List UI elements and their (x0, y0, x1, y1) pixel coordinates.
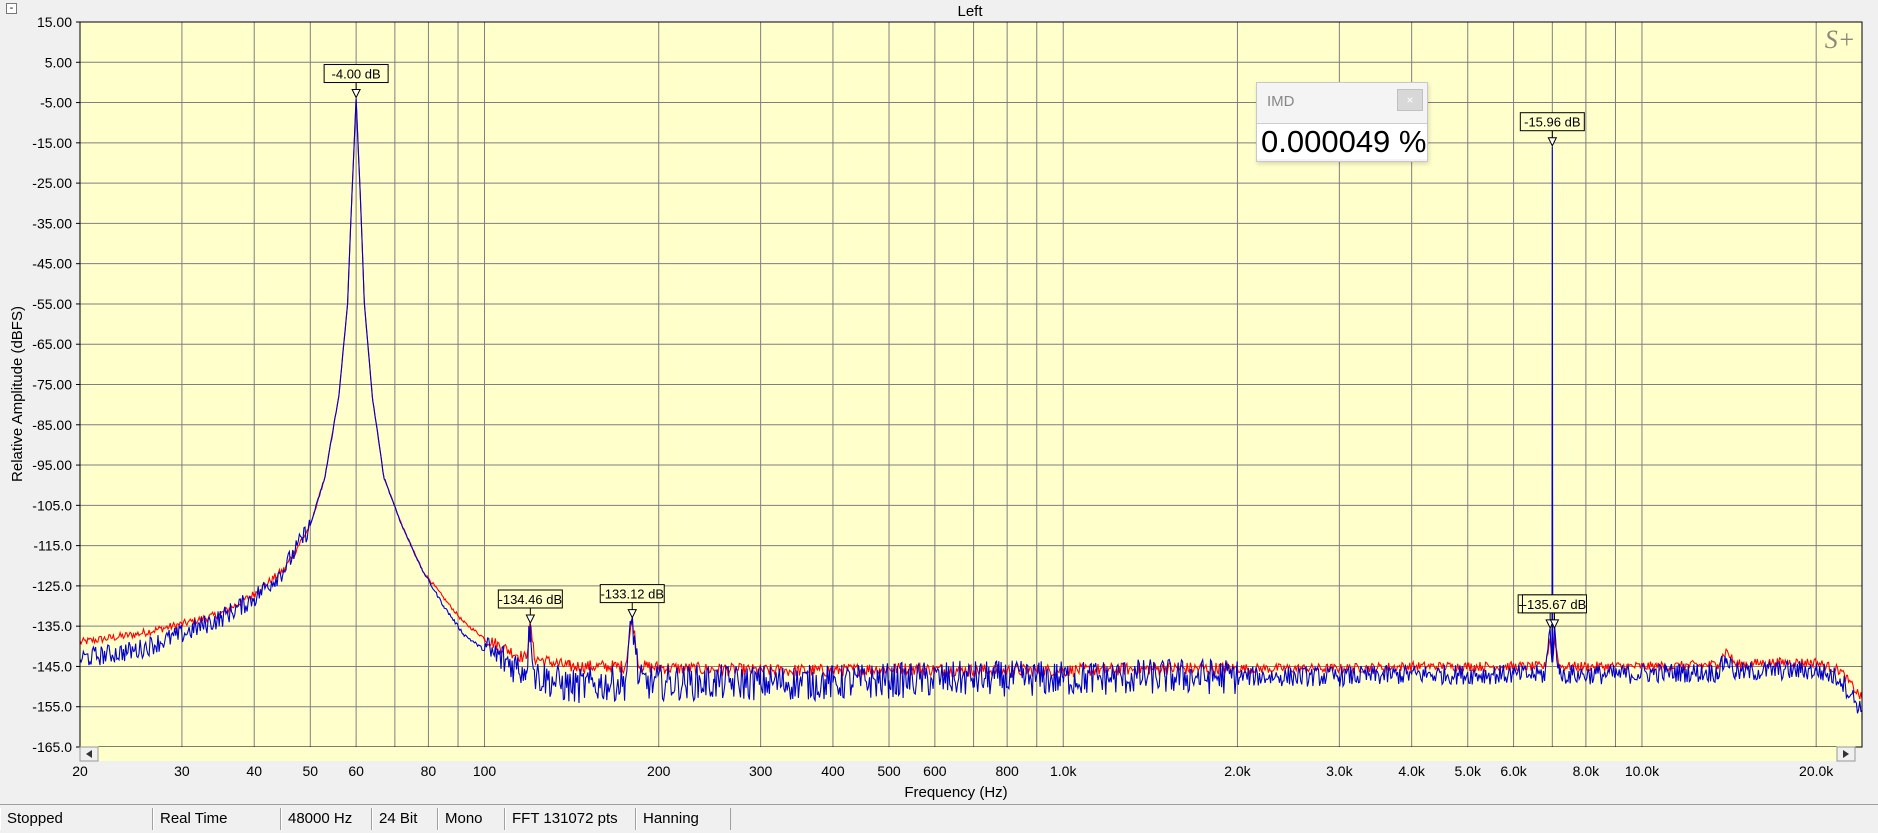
status-cell: FFT 131072 pts (505, 808, 636, 830)
x-tick-label: 40 (246, 763, 262, 779)
x-tick-label: 30 (174, 763, 190, 779)
x-tick-label: 400 (821, 763, 845, 779)
y-tick-label: -55.00 (32, 296, 72, 312)
x-tick-label: 20.0k (1799, 763, 1834, 779)
x-tick-label: 1.0k (1050, 763, 1077, 779)
y-tick-label: -5.00 (40, 95, 72, 111)
x-tick-label: 800 (995, 763, 1019, 779)
y-tick-label: -65.00 (32, 336, 72, 352)
y-tick-label: -45.00 (32, 256, 72, 272)
x-tick-label: 5.0k (1455, 763, 1482, 779)
imd-title: IMD (1267, 93, 1295, 110)
x-tick-label: 60 (348, 763, 364, 779)
y-tick-label: -75.00 (32, 377, 72, 393)
x-tick-label: 6.0k (1500, 763, 1527, 779)
y-axis-label: Relative Amplitude (dBFS) (9, 306, 26, 482)
x-axis-label: Frequency (Hz) (904, 784, 1007, 801)
status-cell: 24 Bit (372, 808, 438, 830)
y-tick-label: -95.00 (32, 457, 72, 473)
y-tick-label: -115.0 (33, 538, 72, 554)
x-tick-label: 80 (421, 763, 437, 779)
watermark-logo: S+ (1825, 25, 1856, 54)
marker-label: -15.96 dB (1524, 115, 1580, 130)
status-cell: 48000 Hz (281, 808, 372, 830)
y-tick-label: -15.00 (32, 135, 72, 151)
x-tick-label: 500 (877, 763, 901, 779)
y-tick-label: -85.00 (32, 417, 72, 433)
x-tick-label: 2.0k (1224, 763, 1251, 779)
x-tick-label: 50 (303, 763, 319, 779)
y-tick-label: 15.00 (37, 14, 72, 30)
horizontal-scrollbar[interactable] (79, 746, 1856, 762)
marker-label: -133.12 dB (600, 587, 664, 602)
y-tick-label: -135.0 (32, 618, 72, 634)
status-cell: Hanning (636, 808, 731, 830)
x-tick-label: 20 (72, 763, 88, 779)
marker-label: -134.46 dB (499, 592, 563, 607)
x-tick-label: 600 (923, 763, 947, 779)
y-tick-label: -105.0 (32, 497, 72, 513)
y-tick-label: -125.0 (32, 578, 72, 594)
marker-label: -135.67 dB (1523, 597, 1587, 612)
x-tick-label: 8.0k (1573, 763, 1600, 779)
y-tick-label: -35.00 (32, 215, 72, 231)
status-cell: Mono (438, 808, 505, 830)
x-tick-label: 3.0k (1326, 763, 1353, 779)
y-tick-label: 5.00 (45, 54, 72, 70)
chart-title: Left (957, 3, 983, 20)
status-cell: Stopped (0, 808, 153, 830)
marker-label: -4.00 dB (332, 67, 381, 82)
collapse-button[interactable]: - (6, 3, 17, 14)
x-tick-label: 4.0k (1398, 763, 1425, 779)
x-tick-label: 100 (473, 763, 497, 779)
imd-value: 0.000049 % (1257, 123, 1427, 159)
y-tick-label: -165.0 (32, 739, 72, 755)
spectrum-chart: Left -4.00 dB -134.46 dB -133.12 dB -15.96 … (0, 0, 1878, 804)
x-tick-label: 10.0k (1625, 763, 1660, 779)
imd-close-button[interactable]: × (1397, 89, 1423, 111)
status-cell: Real Time (153, 808, 281, 830)
x-tick-label: 200 (647, 763, 671, 779)
imd-panel[interactable]: IMD × 0.000049 % (1256, 82, 1428, 162)
x-tick-label: 300 (749, 763, 773, 779)
close-icon: × (1406, 93, 1414, 107)
y-tick-label: -155.0 (32, 699, 72, 715)
y-tick-label: -25.00 (32, 175, 72, 191)
y-tick-label: -145.0 (32, 658, 72, 674)
status-bar: Stopped Real Time 48000 Hz 24 Bit Mono FFT 13… (0, 804, 1878, 833)
